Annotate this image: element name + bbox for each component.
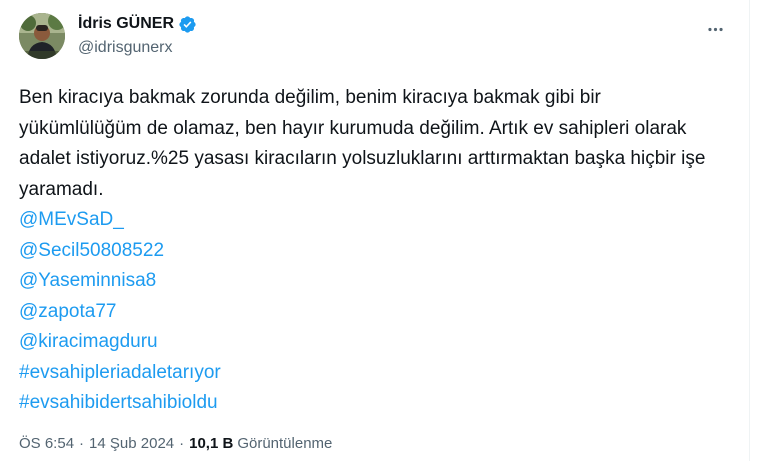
tweet-date[interactable]: 14 Şub 2024 [89,434,174,454]
meta-separator: · [79,435,85,452]
meta-separator: · [179,435,185,452]
tweet-card: İdris GÜNER @idrisgunerx Ben kiracıya ba… [0,0,750,461]
mention-link[interactable]: @Secil50808522 [19,236,719,267]
views-label: Görüntülenme [237,435,333,452]
author-handle[interactable]: @idrisgunerx [78,38,173,58]
hashtag-link[interactable]: #evsahipleriadaletarıyor [19,358,719,389]
tweet-meta: ÖS 6:54 · 14 Şub 2024 · 10,1 B Görüntüle… [19,434,332,454]
author-name-row: İdris GÜNER [78,14,197,34]
hashtag-link[interactable]: #evsahibidertsahibioldu [19,388,719,419]
tweet-time[interactable]: ÖS 6:54 [19,434,74,454]
mention-link[interactable]: @Yaseminnisa8 [19,266,719,297]
mention-link[interactable]: @MEvSaD_ [19,205,719,236]
tweet-body: Ben kiracıya bakmak zorunda değilim, ben… [19,83,719,419]
mention-link[interactable]: @zapota77 [19,297,719,328]
views-count: 10,1 B [189,435,234,452]
avatar[interactable] [19,13,65,59]
more-options-button[interactable] [700,14,730,44]
verified-badge-icon [178,15,197,34]
author-display-name[interactable]: İdris GÜNER [78,14,174,34]
mention-link[interactable]: @kiracimagduru [19,327,719,358]
tweet-text: Ben kiracıya bakmak zorunda değilim, ben… [19,87,706,200]
avatar-image [19,13,65,59]
more-horizontal-icon [707,27,723,31]
